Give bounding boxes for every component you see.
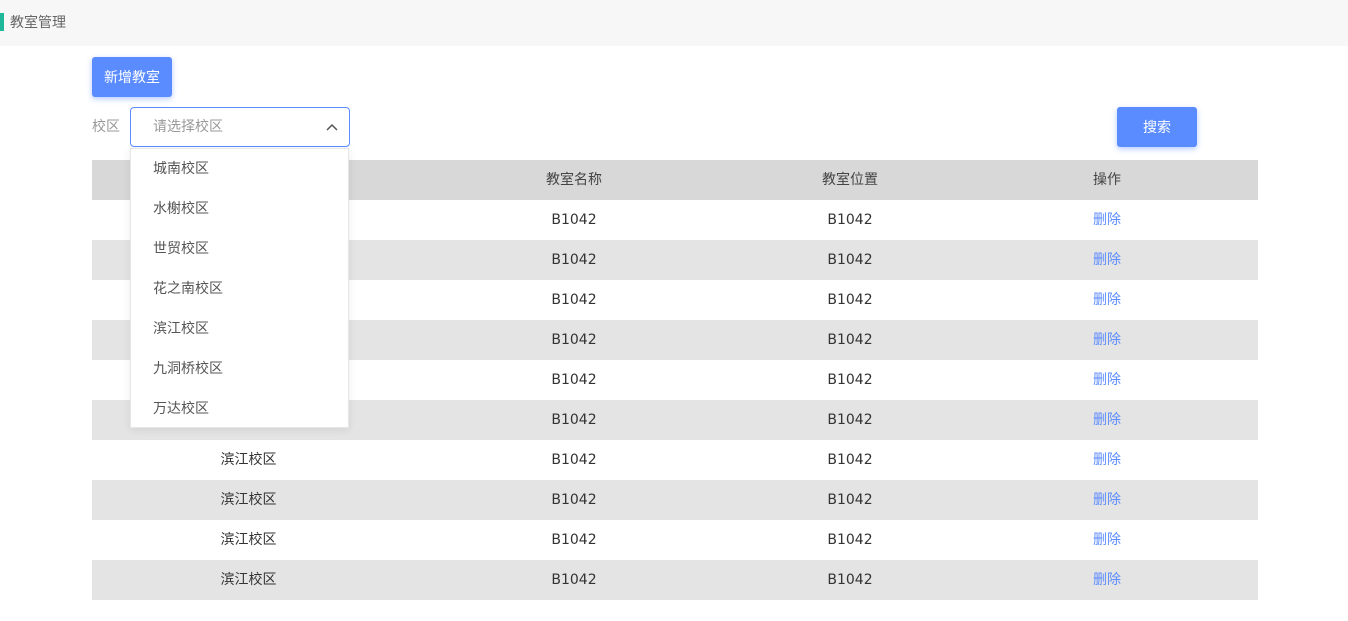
classroom-location-cell: B1042 <box>827 452 873 468</box>
classroom-name-cell: B1042 <box>551 412 597 428</box>
campus-option[interactable]: 世贸校区 <box>131 229 348 269</box>
classroom-location-cell: B1042 <box>827 492 873 508</box>
classroom-name-cell: B1042 <box>551 212 597 228</box>
classroom-location-cell: B1042 <box>827 572 873 588</box>
campus-cell: 滨江校区 <box>220 452 277 468</box>
delete-link[interactable]: 删除 <box>989 560 1225 600</box>
classroom-location-cell: B1042 <box>827 212 873 228</box>
campus-option[interactable]: 水榭校区 <box>131 189 348 229</box>
chevron-up-icon <box>326 123 338 131</box>
classroom-location-cell: B1042 <box>827 372 873 388</box>
classroom-location-cell: B1042 <box>827 332 873 348</box>
delete-link[interactable]: 删除 <box>989 240 1225 280</box>
column-header-name: 教室名称 <box>546 172 602 188</box>
column-header-location: 教室位置 <box>822 172 878 188</box>
campus-option[interactable]: 城南校区 <box>131 149 348 189</box>
campus-dropdown-menu: 城南校区 水榭校区 世贸校区 花之南校区 滨江校区 九洞桥校区 万达校区 <box>130 148 349 428</box>
classroom-location-cell: B1042 <box>827 292 873 308</box>
table-row: 滨江校区 B1042 B1042 删除 <box>92 520 1258 560</box>
delete-link[interactable]: 删除 <box>989 400 1225 440</box>
campus-cell: 滨江校区 <box>220 532 277 548</box>
delete-link[interactable]: 删除 <box>989 320 1225 360</box>
campus-option[interactable]: 九洞桥校区 <box>131 349 348 389</box>
classroom-name-cell: B1042 <box>551 252 597 268</box>
classroom-name-cell: B1042 <box>551 492 597 508</box>
campus-cell: 滨江校区 <box>220 492 277 508</box>
classroom-name-cell: B1042 <box>551 532 597 548</box>
table-row: 滨江校区 B1042 B1042 删除 <box>92 560 1258 600</box>
campus-option[interactable]: 万达校区 <box>131 389 348 429</box>
campus-select-placeholder: 请选择校区 <box>153 119 223 135</box>
classroom-location-cell: B1042 <box>827 412 873 428</box>
title-accent-bar <box>0 13 4 31</box>
campus-option[interactable]: 花之南校区 <box>131 269 348 309</box>
search-button[interactable]: 搜索 <box>1117 107 1197 147</box>
campus-filter-label: 校区 <box>92 119 120 135</box>
page-header: 教室管理 <box>0 0 1348 46</box>
classroom-name-cell: B1042 <box>551 332 597 348</box>
classroom-name-cell: B1042 <box>551 372 597 388</box>
add-classroom-button[interactable]: 新增教室 <box>92 57 172 97</box>
classroom-location-cell: B1042 <box>827 532 873 548</box>
column-header-action: 操作 <box>1093 172 1121 188</box>
table-row: 滨江校区 B1042 B1042 删除 <box>92 480 1258 520</box>
classroom-location-cell: B1042 <box>827 252 873 268</box>
page-title: 教室管理 <box>10 15 66 31</box>
classroom-name-cell: B1042 <box>551 292 597 308</box>
campus-select[interactable]: 请选择校区 <box>130 107 350 147</box>
campus-cell: 滨江校区 <box>220 572 277 588</box>
classroom-name-cell: B1042 <box>551 452 597 468</box>
delete-link[interactable]: 删除 <box>989 520 1225 560</box>
campus-option[interactable]: 滨江校区 <box>131 309 348 349</box>
delete-link[interactable]: 删除 <box>989 280 1225 320</box>
table-row: 滨江校区 B1042 B1042 删除 <box>92 440 1258 480</box>
delete-link[interactable]: 删除 <box>989 200 1225 240</box>
classroom-name-cell: B1042 <box>551 572 597 588</box>
delete-link[interactable]: 删除 <box>989 360 1225 400</box>
delete-link[interactable]: 删除 <box>989 480 1225 520</box>
delete-link[interactable]: 删除 <box>989 440 1225 480</box>
